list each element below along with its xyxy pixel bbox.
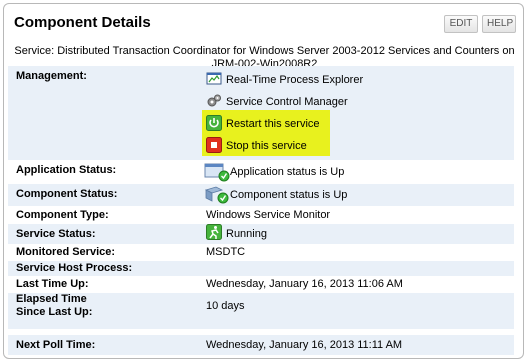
last-time-up-value: Wednesday, January 16, 2013 11:06 AM xyxy=(206,278,403,290)
component-status-text: Component status is Up xyxy=(230,189,348,201)
stop-service-link[interactable]: Stop this service xyxy=(206,136,307,156)
component-type-label: Component Type: xyxy=(16,209,109,221)
service-host-process-row: Service Host Process: xyxy=(8,261,514,276)
elapsed-time-label: Elapsed Time Since Last Up: xyxy=(16,293,92,319)
real-time-process-explorer-link[interactable]: Real-Time Process Explorer xyxy=(206,70,363,90)
management-label: Management: xyxy=(16,70,87,82)
management-row: Management: Real-Time Process Explorer S… xyxy=(8,66,514,160)
application-status-icon xyxy=(204,162,230,182)
service-status-text: Running xyxy=(226,228,267,240)
next-poll-time-label: Next Poll Time: xyxy=(16,339,96,351)
process-explorer-icon xyxy=(206,71,222,87)
gears-icon xyxy=(206,93,222,109)
application-status-value[interactable]: Application status is Up xyxy=(204,160,344,184)
application-status-label: Application Status: xyxy=(16,164,117,176)
restart-icon xyxy=(206,115,222,132)
component-status-row: Component Status: Component status is Up xyxy=(8,184,514,206)
help-button[interactable]: HELP xyxy=(482,15,516,33)
component-status-icon xyxy=(204,186,230,204)
next-poll-time-row: Next Poll Time: Wednesday, January 16, 2… xyxy=(8,335,514,355)
next-poll-time-value: Wednesday, January 16, 2013 11:11 AM xyxy=(206,339,403,351)
elapsed-time-label-line2: Since Last Up: xyxy=(16,306,93,318)
edit-button[interactable]: EDIT xyxy=(444,15,478,33)
monitored-service-label: Monitored Service: xyxy=(16,246,116,258)
panel-title: Component Details xyxy=(14,14,151,31)
service-status-label: Service Status: xyxy=(16,228,96,240)
component-type-row: Component Type: Windows Service Monitor xyxy=(8,206,514,224)
last-time-up-label: Last Time Up: xyxy=(16,278,89,290)
restart-service-link[interactable]: Restart this service xyxy=(206,114,320,134)
application-status-text: Application status is Up xyxy=(230,166,345,178)
component-status-label: Component Status: xyxy=(16,188,118,200)
service-status-value: Running xyxy=(206,224,267,244)
application-status-row: Application Status: Application status i… xyxy=(8,160,514,184)
restart-service-label: Restart this service xyxy=(226,118,320,130)
service-control-manager-label: Service Control Manager xyxy=(226,96,348,108)
component-type-value: Windows Service Monitor xyxy=(206,209,331,221)
service-host-process-label: Service Host Process: xyxy=(16,262,133,274)
last-time-up-row: Last Time Up: Wednesday, January 16, 201… xyxy=(8,276,514,293)
stop-service-label: Stop this service xyxy=(226,140,307,152)
component-status-value[interactable]: Component status is Up xyxy=(204,184,347,206)
monitored-service-row: Monitored Service: MSDTC xyxy=(8,244,514,261)
running-icon xyxy=(206,224,222,241)
real-time-process-explorer-label: Real-Time Process Explorer xyxy=(226,74,364,86)
elapsed-time-value: 10 days xyxy=(206,300,245,312)
service-status-row: Service Status: Running xyxy=(8,224,514,244)
monitored-service-value: MSDTC xyxy=(206,246,246,258)
elapsed-time-label-line1: Elapsed Time xyxy=(16,293,87,305)
service-control-manager-link[interactable]: Service Control Manager xyxy=(206,92,348,112)
elapsed-time-row: Elapsed Time Since Last Up: 10 days xyxy=(8,293,514,329)
stop-icon xyxy=(206,137,222,154)
